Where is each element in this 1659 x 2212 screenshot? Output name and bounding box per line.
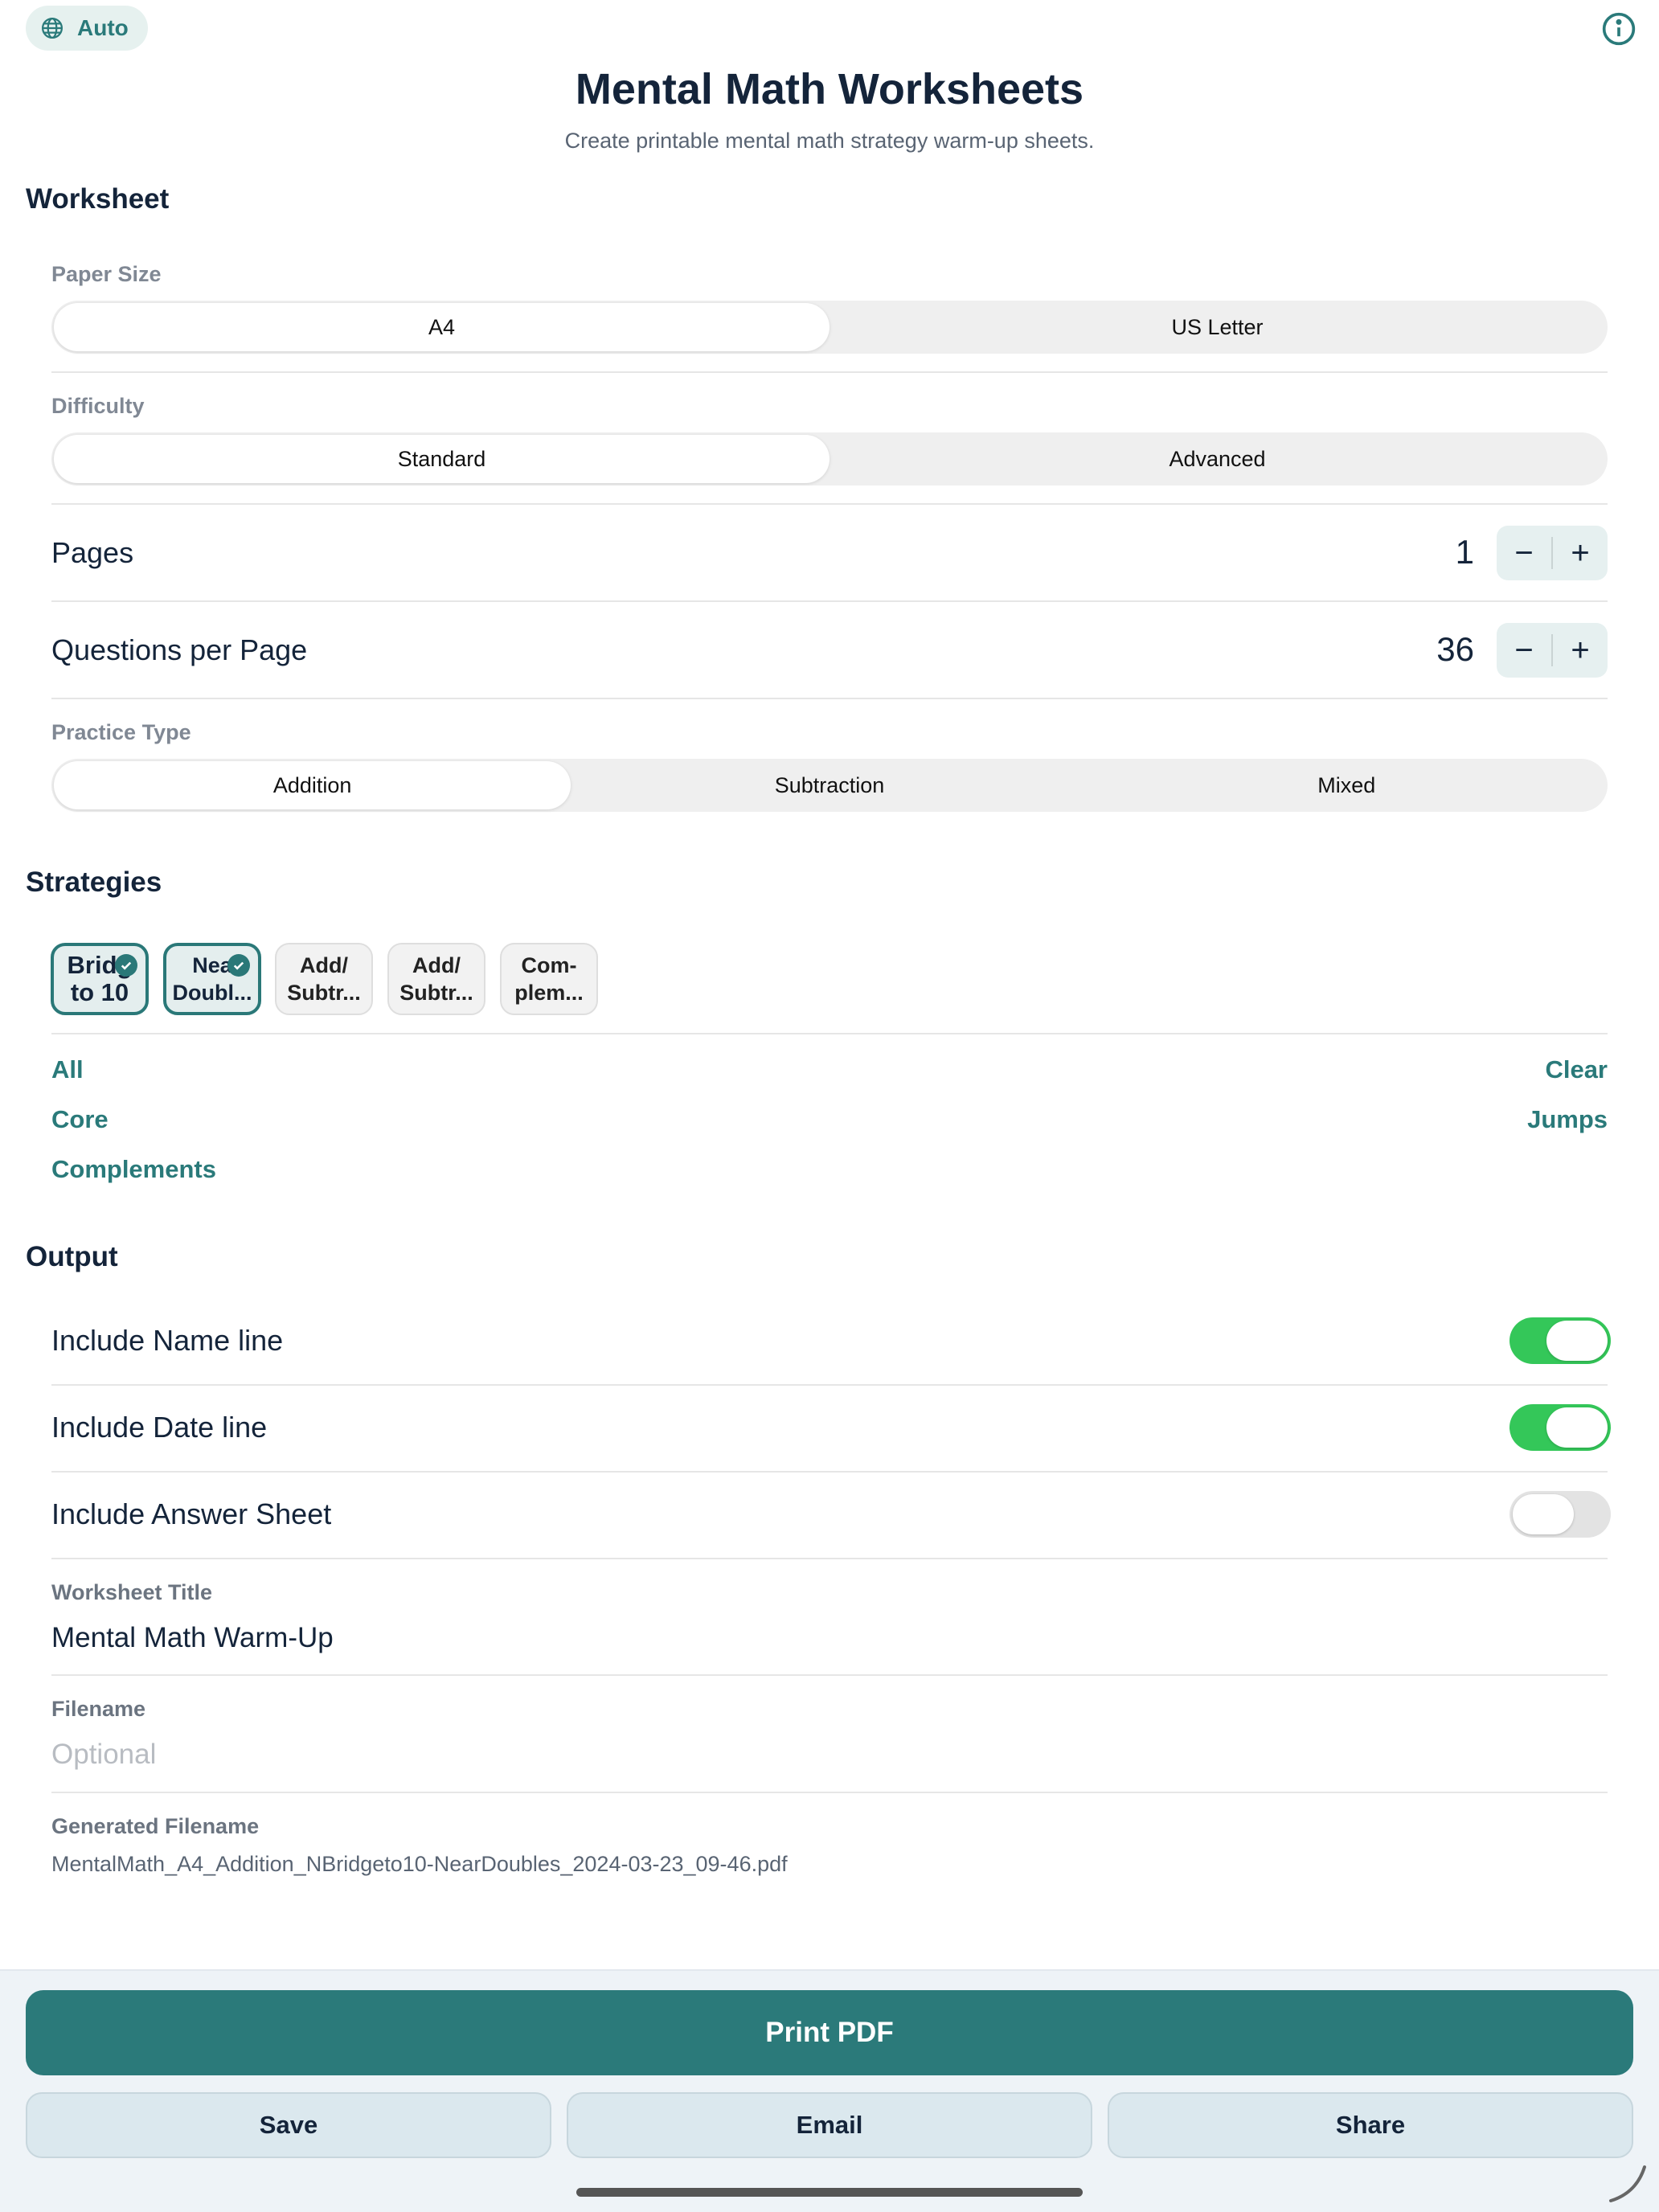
paper-size-label: Paper Size — [51, 262, 162, 286]
section-title-worksheet: Worksheet — [26, 183, 170, 215]
print-pdf-button[interactable]: Print PDF — [26, 1990, 1633, 2075]
segment-subtraction[interactable]: Subtraction — [571, 761, 1088, 809]
chip-line: plem... — [514, 981, 584, 1005]
practice-type-label: Practice Type — [51, 720, 191, 744]
divider — [51, 1792, 1608, 1793]
email-button[interactable]: Email — [567, 2092, 1092, 2158]
divider — [51, 1384, 1608, 1386]
divider — [51, 1558, 1608, 1559]
segment-standard[interactable]: Standard — [54, 435, 830, 483]
paper-size-segmented: A4 US Letter — [51, 301, 1608, 354]
divider — [51, 503, 1608, 505]
globe-icon — [42, 18, 63, 39]
pages-increment-button[interactable]: + — [1553, 526, 1608, 580]
generated-filename-value: MentalMath_A4_Addition_NBridgeto10-NearD… — [51, 1852, 788, 1876]
toggle-knob — [1546, 1407, 1608, 1448]
divider — [51, 698, 1608, 699]
clear-link[interactable]: Clear — [1545, 1055, 1608, 1084]
chip-line: Subtr... — [287, 981, 361, 1005]
divider — [51, 371, 1608, 373]
checkmark-icon — [115, 954, 137, 977]
divider — [51, 600, 1608, 602]
questions-decrement-button[interactable]: − — [1497, 623, 1551, 678]
questions-increment-button[interactable]: + — [1553, 623, 1608, 678]
segment-a4[interactable]: A4 — [54, 303, 830, 351]
home-indicator — [576, 2188, 1083, 2197]
share-button[interactable]: Share — [1108, 2092, 1633, 2158]
filename-label: Filename — [51, 1697, 146, 1721]
strategy-chip-near-doubles[interactable]: Nea Doubl... — [163, 943, 261, 1015]
toggle-label-date-line: Include Date line — [51, 1411, 268, 1444]
questions-stepper: − + — [1497, 623, 1608, 678]
language-label: Auto — [77, 15, 129, 40]
page-subtitle: Create printable mental math strategy wa… — [564, 129, 1095, 153]
chip-line: to 10 — [70, 978, 129, 1006]
strategy-chip-bridge-to-10[interactable]: Bridg to 10 — [51, 943, 149, 1015]
practice-type-segmented: Addition Subtraction Mixed — [51, 759, 1608, 812]
language-selector[interactable]: Auto — [26, 6, 148, 51]
section-title-strategies: Strategies — [26, 866, 162, 898]
chip-line: Nea — [192, 953, 232, 977]
chip-line: Add/ — [300, 953, 348, 977]
toggle-knob — [1546, 1321, 1608, 1361]
pages-label: Pages — [51, 536, 134, 569]
worksheet-title-input[interactable]: Mental Math Warm-Up — [51, 1622, 334, 1654]
pages-stepper: − + — [1497, 526, 1608, 580]
filename-input[interactable]: Optional — [51, 1739, 156, 1771]
core-link[interactable]: Core — [51, 1105, 109, 1134]
segment-advanced[interactable]: Advanced — [830, 435, 1605, 483]
questions-value: 36 — [1436, 630, 1474, 668]
page-title: Mental Math Worksheets — [575, 65, 1084, 113]
complements-link[interactable]: Complements — [51, 1155, 216, 1184]
worksheet-title-label: Worksheet Title — [51, 1580, 213, 1604]
info-icon[interactable] — [1601, 11, 1636, 47]
chip-line: Com- — [521, 953, 577, 977]
segment-addition[interactable]: Addition — [54, 761, 571, 809]
chip-line: Doubl... — [172, 981, 252, 1005]
segment-us-letter[interactable]: US Letter — [830, 303, 1605, 351]
generated-filename-label: Generated Filename — [51, 1814, 260, 1838]
strategy-chip-add-subtract-2[interactable]: Add/ Subtr... — [387, 943, 485, 1015]
toggle-knob — [1513, 1494, 1574, 1534]
checkmark-icon — [227, 954, 250, 977]
resize-corner-icon — [1609, 2165, 1646, 2202]
section-title-output: Output — [26, 1241, 118, 1272]
divider — [51, 1471, 1608, 1473]
divider — [51, 1674, 1608, 1676]
toggle-answer-sheet[interactable] — [1509, 1491, 1611, 1538]
segment-mixed[interactable]: Mixed — [1088, 761, 1605, 809]
chip-line: Subtr... — [399, 981, 473, 1005]
divider — [51, 1033, 1608, 1034]
jumps-link[interactable]: Jumps — [1527, 1105, 1608, 1134]
pages-decrement-button[interactable]: − — [1497, 526, 1551, 580]
save-button[interactable]: Save — [26, 2092, 551, 2158]
toggle-name-line[interactable] — [1509, 1317, 1611, 1364]
select-all-link[interactable]: All — [51, 1055, 84, 1084]
chip-line: Add/ — [412, 953, 461, 977]
strategy-chip-complements[interactable]: Com- plem... — [500, 943, 598, 1015]
difficulty-segmented: Standard Advanced — [51, 432, 1608, 485]
toggle-label-answer-sheet: Include Answer Sheet — [51, 1497, 332, 1530]
questions-label: Questions per Page — [51, 633, 308, 666]
toggle-label-name-line: Include Name line — [51, 1324, 284, 1357]
strategy-chip-add-subtract-1[interactable]: Add/ Subtr... — [275, 943, 373, 1015]
toggle-date-line[interactable] — [1509, 1404, 1611, 1451]
pages-value: 1 — [1455, 533, 1474, 571]
difficulty-label: Difficulty — [51, 394, 145, 418]
